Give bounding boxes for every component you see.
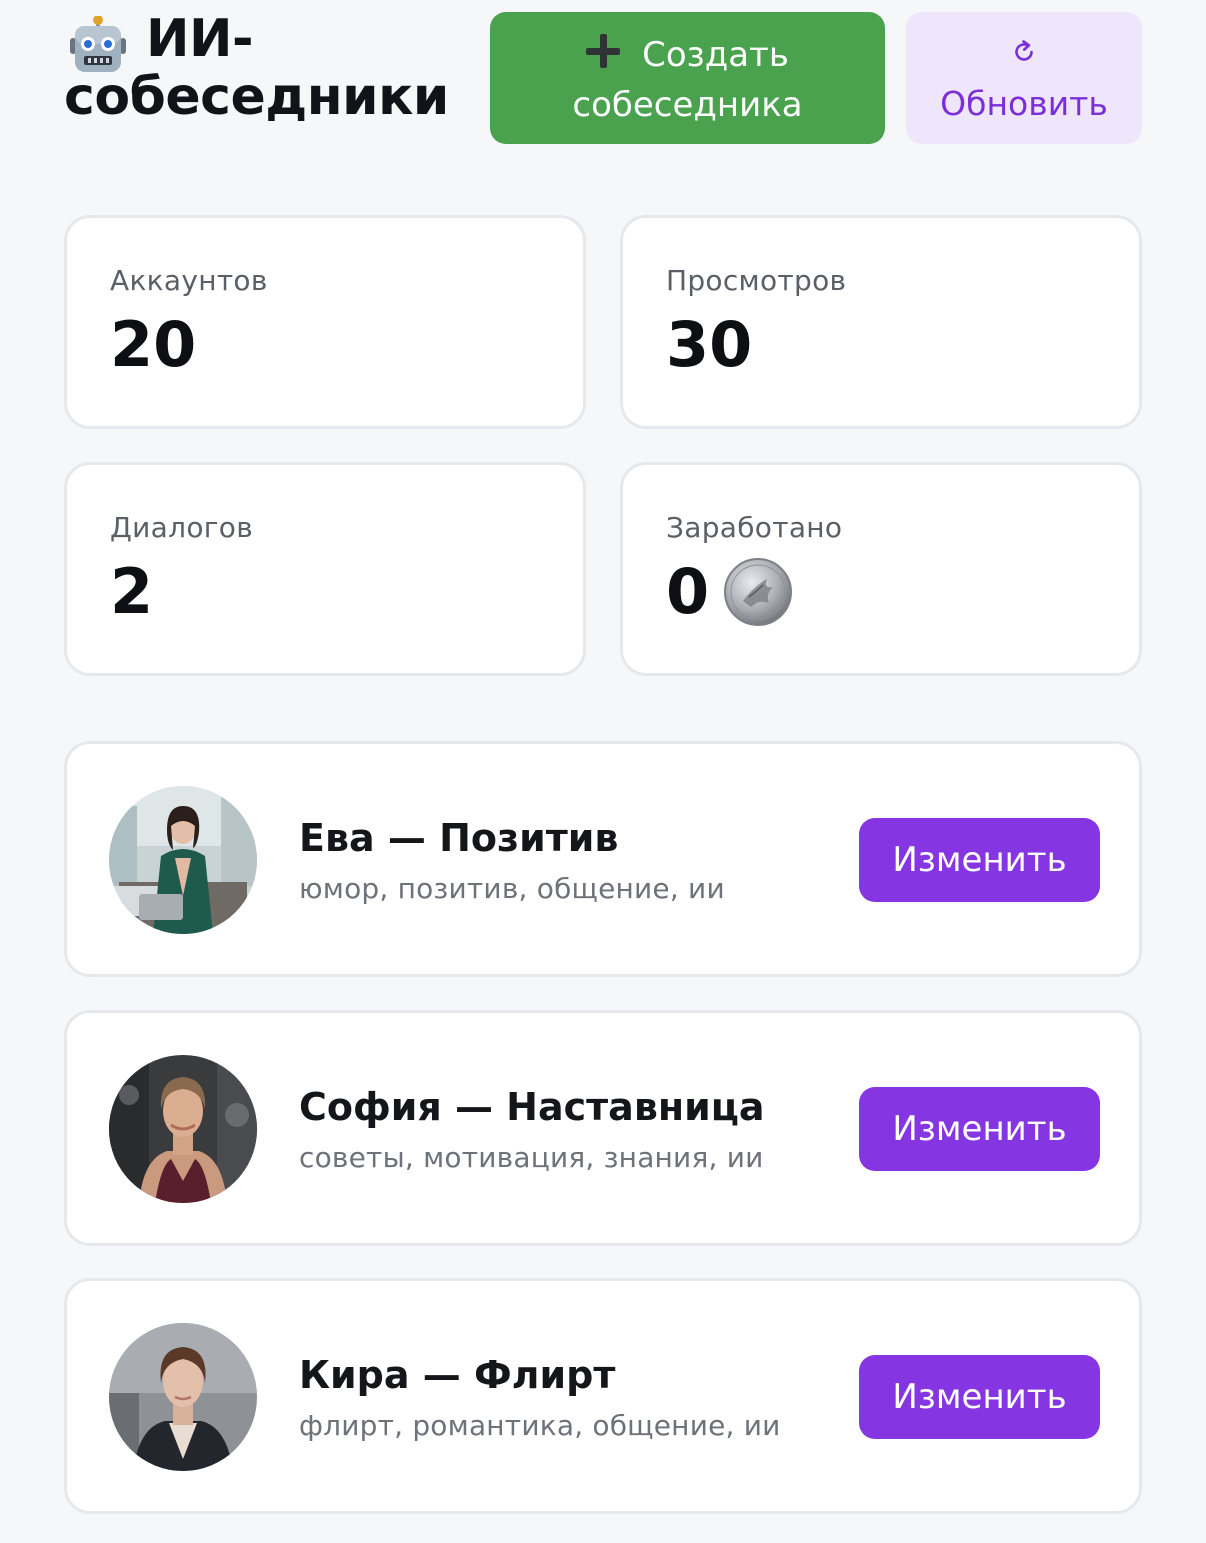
- silver-coin-icon: [724, 558, 792, 626]
- stat-label: Заработано: [666, 511, 843, 544]
- companion-tags: юмор, позитив, общение, ии: [299, 872, 725, 905]
- refresh-icon: [1015, 40, 1033, 61]
- stat-value: 20: [110, 308, 197, 381]
- create-companion-button[interactable]: Создать собеседника: [490, 12, 885, 144]
- stat-value: 0: [666, 555, 710, 628]
- edit-companion-button[interactable]: Изменить: [859, 1087, 1100, 1171]
- ai-companions-page: ИИ-собеседники Создать собеседника Обнов…: [0, 0, 1206, 1543]
- stat-label: Диалогов: [110, 511, 254, 544]
- stat-card-earned: Заработано 0: [620, 462, 1142, 676]
- companion-name: Ева — Позитив: [299, 816, 619, 860]
- companion-card-sofia[interactable]: София — Наставница советы, мотивация, зн…: [64, 1010, 1142, 1246]
- stat-label: Просмотров: [666, 264, 847, 297]
- edit-companion-button[interactable]: Изменить: [859, 1355, 1100, 1439]
- avatar-sofia: [109, 1055, 257, 1203]
- companion-name: София — Наставница: [299, 1085, 765, 1129]
- stat-label: Аккаунтов: [110, 264, 268, 297]
- companion-tags: флирт, романтика, общение, ии: [299, 1409, 781, 1442]
- robot-face-icon: [70, 16, 126, 72]
- edit-companion-button[interactable]: Изменить: [859, 818, 1100, 902]
- companion-card-kira[interactable]: Кира — Флирт флирт, романтика, общение, …: [64, 1278, 1142, 1514]
- page-header: ИИ-собеседники Создать собеседника Обнов…: [64, 0, 1142, 150]
- companion-card-eva[interactable]: Ева — Позитив юмор, позитив, общение, ии…: [64, 741, 1142, 977]
- refresh-button[interactable]: Обновить: [906, 12, 1142, 144]
- plus-icon: [586, 34, 621, 68]
- companion-tags: советы, мотивация, знания, ии: [299, 1141, 764, 1174]
- refresh-label: Обновить: [940, 84, 1108, 123]
- stat-card-accounts: Аккаунтов 20: [64, 215, 586, 429]
- title-block: ИИ-собеседники: [64, 10, 464, 126]
- avatar-eva: [109, 786, 257, 934]
- companion-name: Кира — Флирт: [299, 1353, 616, 1397]
- stat-card-views: Просмотров 30: [620, 215, 1142, 429]
- avatar-kira: [109, 1323, 257, 1471]
- stat-card-dialogs: Диалогов 2: [64, 462, 586, 676]
- stat-value: 2: [110, 555, 154, 628]
- stat-value: 30: [666, 308, 753, 381]
